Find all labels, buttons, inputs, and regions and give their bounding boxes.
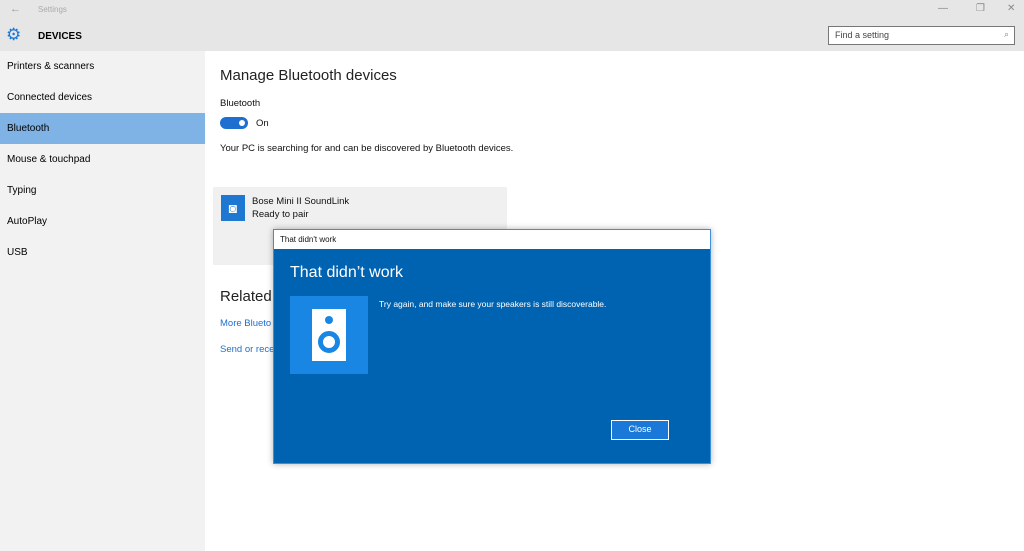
minimize-button[interactable]: — xyxy=(938,3,948,14)
close-button[interactable]: Close xyxy=(611,420,669,440)
dialog-heading: That didn’t work xyxy=(290,264,403,281)
app-title: Settings xyxy=(38,5,67,14)
bluetooth-label: Bluetooth xyxy=(220,98,261,109)
sidebar-item-autoplay[interactable]: AutoPlay xyxy=(0,206,205,237)
header: ⚙ DEVICES Find a setting ⌕ xyxy=(0,20,1024,51)
back-button[interactable]: ← xyxy=(10,3,21,15)
sidebar-item-usb[interactable]: USB xyxy=(0,237,205,268)
bluetooth-toggle[interactable] xyxy=(220,117,248,129)
close-window-button[interactable]: ✕ xyxy=(1007,3,1015,14)
dialog-titlebar: That didn't work xyxy=(274,230,710,249)
main-content: Manage Bluetooth devices Bluetooth On Yo… xyxy=(220,67,513,355)
restore-button[interactable]: ❐ xyxy=(976,3,985,14)
sidebar-item-mouse[interactable]: Mouse & touchpad xyxy=(0,144,205,175)
speaker-icon xyxy=(290,296,368,374)
related-heading: Related xyxy=(220,288,272,305)
search-icon: ⌕ xyxy=(1003,29,1009,39)
sidebar: Printers & scanners Connected devices Bl… xyxy=(0,51,205,551)
bluetooth-status: Your PC is searching for and can be disc… xyxy=(220,143,514,154)
device-status: Ready to pair xyxy=(252,209,309,220)
more-bluetooth-link[interactable]: More Blueto xyxy=(220,318,271,329)
speaker-icon: ◙ xyxy=(221,195,245,221)
gear-icon: ⚙ xyxy=(6,25,22,44)
device-name: Bose Mini II SoundLink xyxy=(252,196,350,207)
sidebar-item-bluetooth[interactable]: Bluetooth xyxy=(0,113,205,144)
search-placeholder: Find a setting xyxy=(835,30,890,40)
sidebar-item-printers[interactable]: Printers & scanners xyxy=(0,51,205,82)
title-bar: ← Settings — ❐ ✕ xyxy=(0,0,1024,20)
search-input[interactable]: Find a setting ⌕ xyxy=(828,26,1015,45)
error-dialog: That didn't work That didn’t work Try ag… xyxy=(273,229,711,464)
send-receive-link[interactable]: Send or rece xyxy=(220,344,274,355)
sidebar-item-connected-devices[interactable]: Connected devices xyxy=(0,82,205,113)
dialog-message: Try again, and make sure your speakers i… xyxy=(379,299,607,309)
bluetooth-state: On xyxy=(256,118,269,129)
section-title: Manage Bluetooth devices xyxy=(220,67,397,84)
page-title: DEVICES xyxy=(38,31,82,42)
sidebar-item-typing[interactable]: Typing xyxy=(0,175,205,206)
